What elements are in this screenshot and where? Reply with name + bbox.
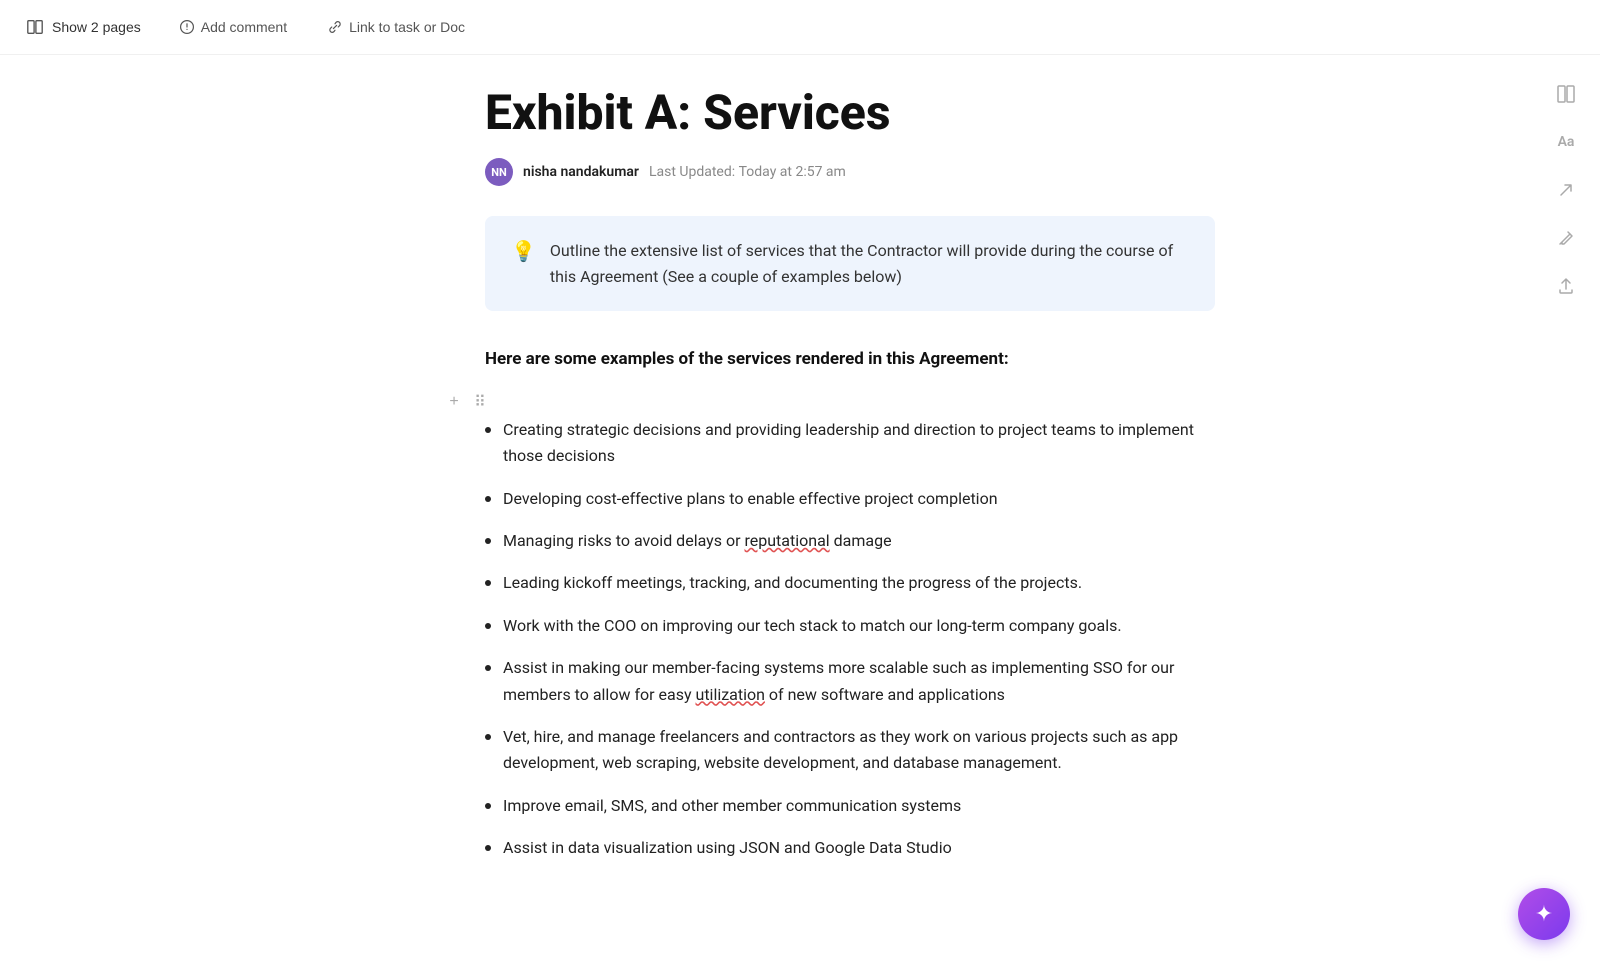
share-icon[interactable] bbox=[1552, 272, 1580, 300]
bullet-dot bbox=[485, 496, 491, 502]
show-pages-label: Show 2 pages bbox=[52, 19, 141, 35]
link-task-button[interactable]: Link to task or Doc bbox=[319, 15, 473, 39]
font-size-icon[interactable]: Aa bbox=[1552, 128, 1580, 156]
services-list: Creating strategic decisions and providi… bbox=[485, 417, 1215, 862]
list-item: Improve email, SMS, and other member com… bbox=[485, 793, 1215, 819]
add-block-button[interactable]: + bbox=[443, 391, 465, 413]
fab-icon: ✦ bbox=[1535, 901, 1553, 927]
bullet-dot bbox=[485, 623, 491, 629]
layout-icon[interactable] bbox=[1552, 80, 1580, 108]
list-item-text: Assist in data visualization using JSON … bbox=[503, 835, 952, 861]
bullet-dot bbox=[485, 734, 491, 740]
bullet-dot bbox=[485, 580, 491, 586]
right-sidebar: Aa bbox=[1552, 80, 1580, 300]
list-item: Vet, hire, and manage freelancers and co… bbox=[485, 724, 1215, 777]
show-pages-button[interactable]: Show 2 pages bbox=[20, 14, 147, 40]
list-item-text: Vet, hire, and manage freelancers and co… bbox=[503, 724, 1215, 777]
list-item: Leading kickoff meetings, tracking, and … bbox=[485, 570, 1215, 596]
bullet-dot bbox=[485, 803, 491, 809]
underline-word: reputational bbox=[744, 531, 829, 550]
list-item: Assist in making our member-facing syste… bbox=[485, 655, 1215, 708]
link-icon bbox=[327, 19, 343, 35]
last-updated: Last Updated: Today at 2:57 am bbox=[649, 164, 846, 180]
list-item-text: Developing cost-effective plans to enabl… bbox=[503, 486, 998, 512]
ai-assistant-fab[interactable]: ✦ bbox=[1518, 888, 1570, 940]
underline-word: utilization bbox=[696, 685, 765, 704]
comment-icon bbox=[179, 19, 195, 35]
list-item-text: Managing risks to avoid delays or reputa… bbox=[503, 528, 892, 554]
document-title: Exhibit A: Services bbox=[485, 85, 1215, 140]
list-item: Developing cost-effective plans to enabl… bbox=[485, 486, 1215, 512]
callout-lightbulb-icon: 💡 bbox=[511, 239, 536, 263]
list-item-text: Creating strategic decisions and providi… bbox=[503, 417, 1215, 470]
list-item: Assist in data visualization using JSON … bbox=[485, 835, 1215, 861]
list-item: Work with the COO on improving our tech … bbox=[485, 613, 1215, 639]
author-name: nisha nandakumar bbox=[523, 164, 639, 180]
callout-text: Outline the extensive list of services t… bbox=[550, 238, 1189, 289]
bullet-dot bbox=[485, 427, 491, 433]
export-link-icon[interactable] bbox=[1552, 176, 1580, 204]
link-task-label: Link to task or Doc bbox=[349, 19, 465, 35]
author-row: NN nisha nandakumar Last Updated: Today … bbox=[485, 158, 1215, 186]
list-item-text: Assist in making our member-facing syste… bbox=[503, 655, 1215, 708]
annotation-icon[interactable] bbox=[1552, 224, 1580, 252]
bullet-dot bbox=[485, 665, 491, 671]
pages-icon bbox=[26, 18, 44, 36]
block-actions: + ⠿ bbox=[443, 391, 1215, 413]
callout-box: 💡 Outline the extensive list of services… bbox=[485, 216, 1215, 311]
toolbar: Show 2 pages Add comment Link to task or… bbox=[0, 0, 1600, 55]
block-with-actions: + ⠿ Creating strategic decisions and pro… bbox=[485, 391, 1215, 862]
add-comment-button[interactable]: Add comment bbox=[171, 15, 295, 39]
list-item: Creating strategic decisions and providi… bbox=[485, 417, 1215, 470]
add-comment-label: Add comment bbox=[201, 19, 287, 35]
section-heading: Here are some examples of the services r… bbox=[485, 347, 1215, 373]
list-item-text: Improve email, SMS, and other member com… bbox=[503, 793, 961, 819]
bullet-dot bbox=[485, 538, 491, 544]
list-item: Managing risks to avoid delays or reputa… bbox=[485, 528, 1215, 554]
list-item-text: Leading kickoff meetings, tracking, and … bbox=[503, 570, 1082, 596]
bullet-dot bbox=[485, 845, 491, 851]
list-item-text: Work with the COO on improving our tech … bbox=[503, 613, 1122, 639]
drag-handle-button[interactable]: ⠿ bbox=[469, 391, 491, 413]
author-avatar: NN bbox=[485, 158, 513, 186]
document-content: Exhibit A: Services NN nisha nandakumar … bbox=[325, 55, 1275, 938]
